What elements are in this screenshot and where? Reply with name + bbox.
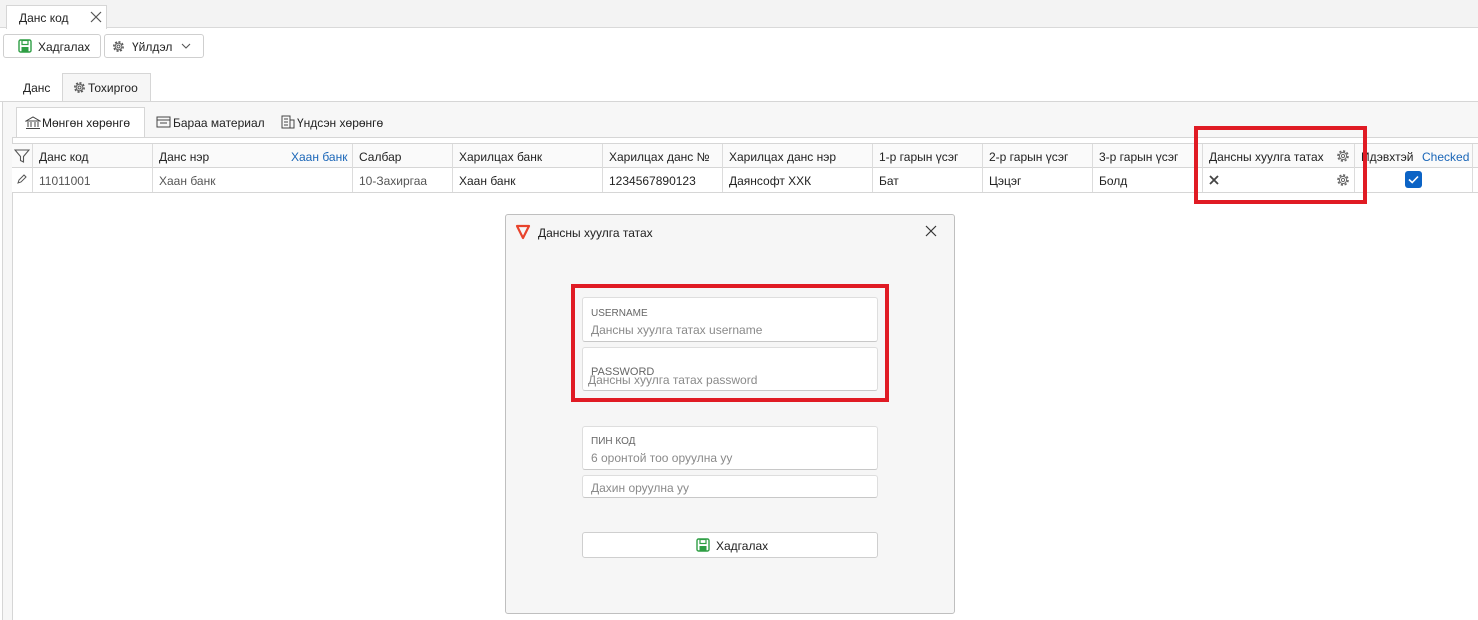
cell-code[interactable]: 11011001 (33, 168, 153, 192)
pin-placeholder: 6 оронтой тоо оруулна уу (591, 451, 733, 465)
tab-cash-assets-label: Мөнгөн хөрөнгө (42, 116, 131, 130)
column-header-branch[interactable]: Салбар (353, 144, 453, 168)
pin-caption: ПИН КОД (591, 436, 636, 447)
cell-sig3[interactable]: Болд (1093, 168, 1203, 192)
row-indicator (12, 168, 33, 192)
pin-field[interactable]: ПИН КОД 6 оронтой тоо оруулна уу (582, 426, 878, 470)
highlight-statement-column (1194, 126, 1367, 204)
document-tab-label: Данс код (19, 11, 69, 25)
cell-sig1[interactable]: Бат (873, 168, 983, 192)
inventory-icon (156, 115, 171, 129)
cell-account-name[interactable]: Даянсофт ХХК (723, 168, 873, 192)
column-header-bank[interactable]: Харилцах банк (453, 144, 603, 168)
save-icon (18, 39, 32, 53)
active-checkbox[interactable] (1405, 171, 1422, 188)
cell-account-no[interactable]: 1234567890123 (603, 168, 723, 192)
dialog-save-button[interactable]: Хадгалах (582, 532, 878, 558)
bank-icon (25, 116, 41, 130)
column-header-sig3[interactable]: 3-р гарын үсэг (1093, 144, 1203, 168)
filter-icon[interactable] (14, 148, 30, 164)
column-header-code[interactable]: Данс код (33, 144, 153, 168)
column-header-active[interactable]: Идэвхтэй Checked (1355, 144, 1473, 168)
column-header-sig1[interactable]: 1-р гарын үсэг (873, 144, 983, 168)
document-tab[interactable]: Данс код (6, 5, 107, 29)
actions-label: Үйлдэл (132, 40, 173, 54)
save-button[interactable]: Хадгалах (3, 34, 101, 58)
column-header-account-no[interactable]: Харилцах данс № (603, 144, 723, 168)
cell-branch[interactable]: 10-Захиргаа (353, 168, 453, 192)
filter-cell[interactable] (12, 144, 33, 168)
tab-cash-assets[interactable]: Мөнгөн хөрөнгө (16, 107, 145, 138)
cell-active[interactable] (1355, 168, 1473, 192)
close-icon[interactable] (925, 225, 937, 237)
save-button-label: Хадгалах (38, 40, 91, 54)
tab-inventory-label: Бараа материал (173, 116, 265, 130)
check-icon (1408, 175, 1419, 184)
building-icon (281, 115, 295, 129)
cell-bank[interactable]: Хаан банк (453, 168, 603, 192)
column-header-sig2[interactable]: 2-р гарын үсэг (983, 144, 1093, 168)
tab-account[interactable]: Данс (23, 81, 50, 95)
pencil-icon (17, 174, 27, 184)
pin-repeat-field[interactable]: Дахин оруулна уу (582, 475, 878, 498)
highlight-credentials (571, 284, 889, 402)
close-icon[interactable] (89, 10, 103, 24)
column-header-name-link[interactable]: Хаан банк (291, 150, 347, 164)
column-header-name[interactable]: Данс нэр Хаан банк (153, 144, 353, 168)
save-icon (696, 538, 710, 552)
column-header-checked-link[interactable]: Checked (1422, 150, 1469, 164)
tab-settings-label: Тохиргоо (88, 81, 138, 95)
dialog-title: Дансны хуулга татах (538, 226, 653, 240)
cell-name[interactable]: Хаан банк (153, 168, 353, 192)
app-logo-icon (515, 224, 531, 240)
dialog-save-label: Хадгалах (716, 539, 769, 553)
chevron-down-icon (181, 42, 191, 50)
tab-settings[interactable]: Тохиргоо (62, 73, 151, 102)
gear-icon (111, 39, 126, 54)
gear-icon (72, 80, 87, 95)
column-header-account-name[interactable]: Харилцах данс нэр (723, 144, 873, 168)
pin-repeat-placeholder: Дахин оруулна уу (591, 481, 690, 495)
tab-fixed-assets-label: Үндсэн хөрөнгө (297, 116, 384, 130)
document-tab-strip (0, 0, 1478, 28)
cell-sig2[interactable]: Цэцэг (983, 168, 1093, 192)
actions-dropdown-button[interactable]: Үйлдэл (104, 34, 204, 58)
statement-dialog: Дансны хуулга татах USERNAME Дансны хуул… (505, 214, 955, 614)
